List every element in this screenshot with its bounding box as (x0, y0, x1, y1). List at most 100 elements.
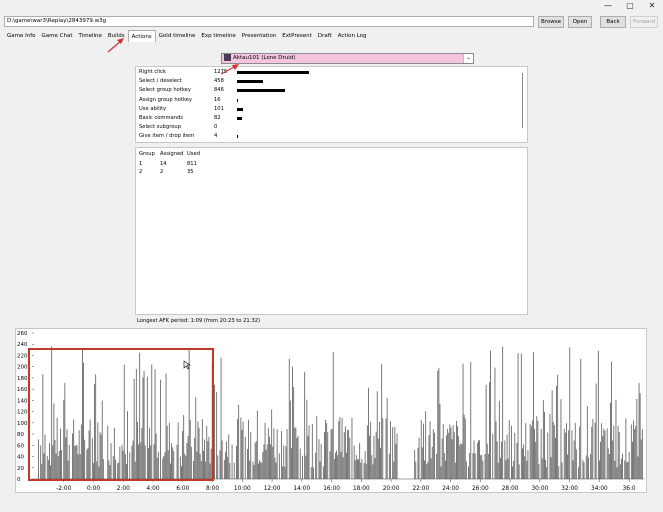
apm-bar (393, 461, 395, 479)
apm-bar (332, 352, 334, 479)
apm-bar (357, 459, 358, 479)
browse-button[interactable]: Browse (538, 16, 564, 28)
apm-bar (432, 429, 434, 479)
apm-bar (226, 441, 227, 479)
apm-bar (228, 434, 230, 479)
apm-bar (633, 420, 634, 479)
apm-bar (214, 385, 215, 479)
apm-bar (591, 426, 593, 479)
x-tick-label: 28:00 (502, 486, 519, 492)
y-tick-label: 60 (17, 443, 24, 449)
apm-bar (566, 423, 567, 479)
minimize-icon[interactable]: — (597, 0, 619, 12)
apm-bar (582, 459, 584, 479)
apm-bar (392, 427, 394, 479)
tab-game-info[interactable]: Game Info (4, 30, 39, 42)
apm-bar (434, 432, 435, 479)
action-row: Use ability 101 (139, 105, 519, 114)
action-row: Select / deselect 458 (139, 77, 519, 86)
close-icon[interactable]: ✕ (641, 0, 663, 12)
apm-bar (415, 461, 417, 479)
apm-bar (585, 455, 587, 479)
apm-bar (436, 453, 438, 479)
apm-bar (225, 452, 226, 479)
apm-bar (292, 366, 293, 479)
groups-cell: 811 (187, 161, 197, 167)
apm-bar (363, 463, 365, 479)
apm-bar (498, 400, 500, 479)
tab-game-chat[interactable]: Game Chat (39, 30, 76, 42)
groups-cell: 14 (160, 161, 167, 167)
apm-bar (456, 421, 457, 479)
apm-bar (365, 463, 367, 479)
apm-bar (418, 437, 420, 479)
x-tick-label: 26:00 (472, 486, 489, 492)
x-tick-label: 24:00 (442, 486, 459, 492)
apm-bar (619, 464, 621, 479)
apm-bar (556, 386, 557, 479)
tab-actions[interactable]: Actions (127, 30, 156, 42)
forward-button[interactable]: Forward (630, 16, 658, 28)
apm-bar (465, 461, 467, 479)
chevron-down-icon[interactable]: ⌄ (463, 54, 473, 63)
apm-bar (487, 453, 489, 479)
apm-bar (220, 357, 222, 479)
apm-bar (541, 458, 543, 479)
action-bar (237, 135, 238, 139)
apm-bar (253, 464, 255, 479)
player-dropdown-value: Aktau101 (Lone Druid) (233, 55, 296, 61)
apm-bar (283, 445, 285, 479)
apm-bar (449, 424, 451, 479)
tab-extpresent[interactable]: ExtPresent (279, 30, 315, 42)
apm-bar (304, 371, 306, 479)
apm-bar (534, 429, 535, 479)
apm-bar (616, 467, 618, 479)
apm-bar (469, 453, 471, 479)
y-tick-label: 260 (17, 331, 28, 337)
groups-header: Assigned (160, 151, 184, 157)
apm-bar (423, 423, 424, 479)
action-count: 4 (214, 133, 218, 140)
apm-bar (426, 464, 428, 479)
x-tick-label: 22:00 (412, 486, 429, 492)
tab-presentation[interactable]: Presentation (239, 30, 280, 42)
apm-bar (293, 387, 295, 479)
tab-action-log[interactable]: Action Log (335, 30, 370, 42)
apm-bar (626, 462, 628, 479)
apm-bar (347, 429, 348, 479)
back-button[interactable]: Back (600, 16, 626, 28)
apm-bar (624, 460, 626, 479)
apm-bar (238, 405, 240, 479)
action-count: 458 (214, 78, 224, 85)
actions-scrollbar[interactable] (522, 73, 523, 128)
apm-bar (414, 450, 416, 479)
apm-bar (351, 417, 353, 479)
apm-bar (428, 435, 430, 479)
action-bar (237, 80, 263, 84)
replay-path-field[interactable]: D:\game\war3\Replay\2843979.w3g (4, 16, 534, 27)
apm-bar (375, 431, 377, 479)
x-tick-label: 18:00 (353, 486, 370, 492)
apm-bar (346, 452, 347, 479)
apm-bar (571, 430, 573, 479)
apm-bar (417, 447, 419, 479)
apm-bar (343, 432, 345, 479)
mouse-cursor-icon (183, 360, 191, 370)
apm-bar (278, 453, 280, 479)
apm-bar (450, 427, 452, 479)
apm-bar (636, 399, 638, 479)
apm-bar (568, 430, 570, 479)
apm-bar (425, 411, 427, 479)
action-label: Assign group hotkey (139, 96, 192, 103)
apm-bar (441, 438, 443, 479)
open-button[interactable]: Open (568, 16, 592, 28)
tab-gold-timeline[interactable]: Gold timeline (156, 30, 199, 42)
tab-exp-timeline[interactable]: Exp timeline (198, 30, 238, 42)
y-tick-label: 140 (17, 398, 28, 404)
apm-bar (540, 428, 542, 479)
tab-draft[interactable]: Draft (315, 30, 335, 42)
player-dropdown[interactable]: Aktau101 (Lone Druid) ⌄ (221, 53, 474, 64)
apm-bar (381, 364, 383, 479)
tab-timeline[interactable]: Timeline (76, 30, 105, 42)
maximize-icon[interactable]: ▢ (619, 0, 641, 12)
